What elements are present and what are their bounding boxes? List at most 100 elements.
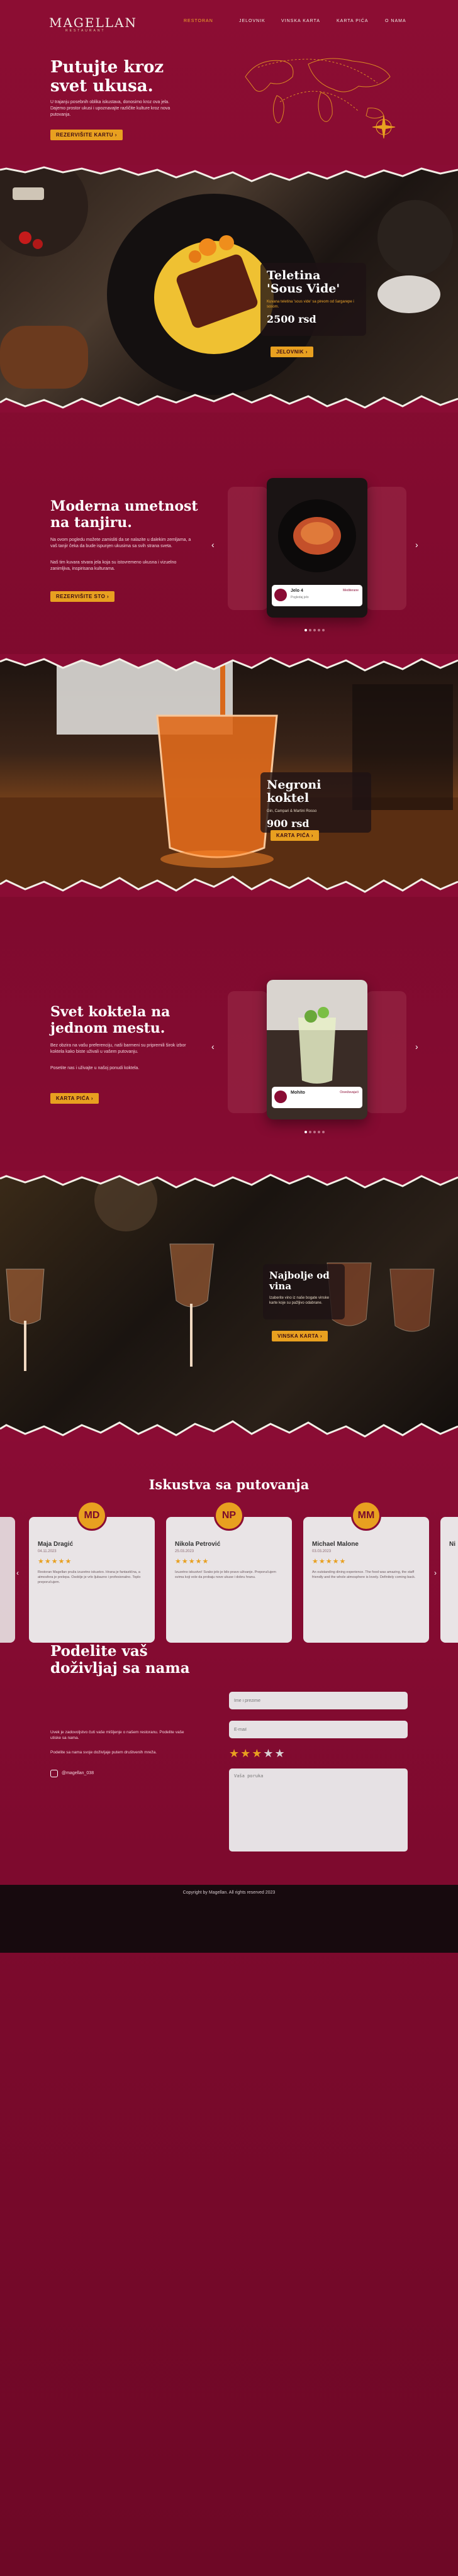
slide-title: Mohito — [291, 1091, 305, 1095]
form-text-1: Uvek je zadovoljstvo čuti vaše mišljenje… — [50, 1730, 184, 1740]
review-text: An outstanding dining experience. The fo… — [312, 1570, 416, 1579]
carousel-active-slide[interactable]: Mohito Osvežavajući — [267, 980, 367, 1119]
avatar: NP — [214, 1501, 244, 1531]
cocktail-card: Negroni koktel Gin, Campari & Martini Ro… — [260, 772, 371, 833]
dish-title: Teletina 'Sous Vide' — [267, 269, 340, 296]
carousel-dots[interactable] — [304, 629, 325, 631]
top-nav: MAGELLAN RESTAURANT Restoran Jelovnik Vi… — [0, 0, 458, 38]
carousel-prev-icon[interactable]: ‹ — [211, 540, 215, 550]
wine-text: Izaberite vino iz naše bogate vinske kar… — [269, 1296, 330, 1305]
nav-link-o-nama[interactable]: O nama — [385, 19, 406, 23]
review-stars: ★★★★★ — [175, 1558, 209, 1565]
menu-button[interactable]: Jelovnik › — [271, 347, 313, 357]
rating-stars[interactable]: ★★★★★ — [229, 1747, 286, 1760]
dish-price: 2500 rsd — [267, 313, 316, 325]
footer — [0, 1885, 458, 1953]
review-name: Michael Malone — [312, 1541, 359, 1548]
rating-filled[interactable]: ★★★ — [229, 1747, 263, 1760]
compass-icon — [372, 115, 396, 139]
cocktails-text-2: Posetite nas i uživajte u našoj ponudi k… — [50, 1066, 140, 1070]
review-date: 04.11.2023 — [38, 1550, 57, 1553]
slide-subtitle: Pogledaj jelo — [291, 596, 309, 599]
cocktail-photo-band: Negroni koktel Gin, Campari & Martini Ro… — [0, 659, 458, 893]
form-text-2: Podelite sa nama svoje doživljaje putem … — [50, 1750, 157, 1755]
art-text-1: Na ovom pogledu možete zamisliti da se n… — [50, 538, 191, 548]
avatar: MD — [77, 1501, 107, 1531]
review-card[interactable]: NP Nikola Petrović 25.03.2023 ★★★★★ Izuz… — [166, 1501, 292, 1643]
carousel-side-slide[interactable] — [366, 991, 406, 1113]
cocktails-text-1: Bez obzira na vašu preferenciju, naši ba… — [50, 1043, 186, 1054]
reviews-next-icon[interactable]: › — [434, 1568, 437, 1577]
carousel-side-slide[interactable] — [366, 487, 406, 610]
torn-edge — [0, 1171, 458, 1189]
form-title: Podelite vaš doživljaj sa nama — [50, 1643, 190, 1677]
instagram-icon[interactable] — [50, 1770, 58, 1777]
email-field[interactable] — [229, 1721, 408, 1738]
rating-empty[interactable]: ★★ — [263, 1747, 286, 1760]
carousel-active-slide[interactable]: Jelo 4 Pogledaj jelo Mediterane — [267, 478, 367, 618]
avatar: MM — [351, 1501, 381, 1531]
hero-reserve-button[interactable]: Rezervišite kartu › — [50, 130, 123, 140]
logo[interactable]: MAGELLAN — [49, 15, 137, 30]
review-card[interactable]: MM Michael Malone 03.03.2023 ★★★★★ An ou… — [303, 1501, 429, 1643]
instagram-handle[interactable]: @magellan_038 — [62, 1771, 94, 1775]
slide-title: Jelo 4 — [291, 589, 303, 593]
world-map-illustration — [245, 58, 396, 139]
nav-link-vinska-karta[interactable]: Vinska karta — [281, 19, 320, 23]
art-title: Moderna umetnost na tanjiru. — [50, 498, 198, 531]
slide-info-card: Mohito Osvežavajući — [272, 1087, 362, 1108]
carousel-prev-icon[interactable]: ‹ — [211, 1041, 215, 1052]
wine-photo-band: Najbolje od vina Izaberite vino iz naše … — [0, 1175, 458, 1436]
carousel-side-slide[interactable] — [228, 991, 268, 1113]
art-text-2: Naš tim kuvara stvara jela koja su istov… — [50, 560, 177, 571]
wine-menu-button[interactable]: Vinska karta › — [272, 1331, 328, 1341]
hero-title: Putujte kroz svet ukusa. — [50, 58, 164, 96]
torn-edge — [0, 654, 458, 672]
torn-edge — [0, 875, 458, 897]
torn-edge — [0, 1420, 458, 1441]
dish-photo-band: Teletina 'Sous Vide' Kuvana teletina 'so… — [0, 169, 458, 409]
carousel-next-icon[interactable]: › — [415, 1041, 418, 1052]
review-card[interactable]: MD Maja Dragić 04.11.2023 ★★★★★ Restoran… — [29, 1501, 155, 1643]
dish-subtitle: Kuvana teletina 'sous vide' sa pireom od… — [267, 300, 354, 309]
nav-link-restoran[interactable]: Restoran — [184, 19, 213, 23]
page: MAGELLAN RESTAURANT Restoran Jelovnik Vi… — [0, 0, 458, 2576]
review-card-partial[interactable] — [0, 1517, 15, 1643]
review-name: Ni — [449, 1541, 455, 1548]
dish-card: Teletina 'Sous Vide' Kuvana teletina 'so… — [260, 263, 366, 336]
slide-label: Osvežavajući — [340, 1091, 359, 1094]
review-name: Maja Dragić — [38, 1541, 74, 1548]
art-reserve-button[interactable]: Rezervišite sto › — [50, 591, 115, 602]
torn-edge — [0, 165, 458, 182]
cocktails-menu-button[interactable]: Karta pića › — [50, 1093, 99, 1104]
review-card-partial[interactable]: Ni — [440, 1517, 458, 1643]
copyright: Copyright by Magellan. All rights reserv… — [182, 1890, 276, 1895]
cocktail-price: 900 rsd — [267, 818, 310, 830]
reviews-prev-icon[interactable]: ‹ — [16, 1568, 19, 1577]
cocktail-subtitle: Gin, Campari & Martini Rosso — [267, 809, 317, 813]
torn-edge — [0, 392, 458, 413]
name-field[interactable] — [229, 1692, 408, 1709]
nav-link-karta-pica[interactable]: Karta pića — [337, 19, 369, 23]
cocktail-title: Negroni koktel — [267, 778, 321, 805]
review-date: 25.03.2023 — [175, 1550, 194, 1553]
logo-subtitle: RESTAURANT — [65, 29, 106, 33]
review-name: Nikola Petrović — [175, 1541, 221, 1548]
cocktails-title: Svet koktela na jednom mestu. — [50, 1004, 170, 1036]
drinks-menu-button[interactable]: Karta pića › — [271, 830, 320, 841]
review-stars: ★★★★★ — [38, 1558, 72, 1565]
wine-title: Najbolje od vina — [269, 1270, 330, 1292]
nav-link-jelovnik[interactable]: Jelovnik — [239, 19, 265, 23]
review-text: Izuzetno iskustvo! Svako jelo je bilo pr… — [175, 1570, 276, 1579]
slide-label: Mediterane — [342, 589, 359, 592]
slide-info-card: Jelo 4 Pogledaj jelo Mediterane — [272, 585, 362, 606]
review-date: 03.03.2023 — [312, 1550, 332, 1553]
reviews-title: Iskustva sa putovanja — [148, 1477, 310, 1492]
message-field[interactable] — [229, 1768, 408, 1852]
review-stars: ★★★★★ — [312, 1558, 347, 1565]
review-text: Restoran Magellan pruža izuzetno iskustv… — [38, 1570, 141, 1584]
wine-card: Najbolje od vina Izaberite vino iz naše … — [263, 1264, 345, 1319]
carousel-next-icon[interactable]: › — [415, 540, 418, 550]
carousel-side-slide[interactable] — [228, 487, 268, 610]
carousel-dots[interactable] — [304, 1131, 325, 1133]
